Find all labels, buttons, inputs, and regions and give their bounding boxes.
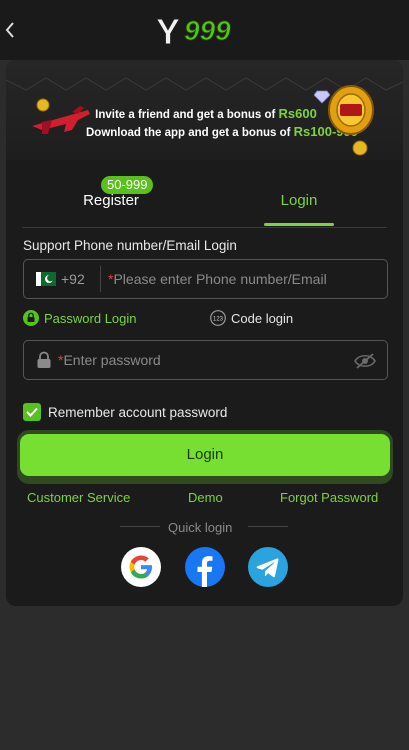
divider: [248, 526, 288, 527]
login-method-label: Support Phone number/Email Login: [23, 238, 237, 253]
banner-invite-label: Invite a friend and get a bonus of: [95, 109, 279, 121]
google-icon: [129, 555, 152, 579]
quick-login-label: Quick login: [168, 520, 233, 535]
customer-service-link[interactable]: Customer Service: [27, 490, 130, 505]
password-placeholder-text: Enter password: [63, 352, 161, 368]
eye-off-icon[interactable]: [354, 352, 376, 370]
phone-email-placeholder-text: Please enter Phone number/Email: [113, 271, 327, 287]
tab-login[interactable]: Login: [264, 192, 334, 222]
svg-text:999: 999: [184, 15, 231, 46]
password-login-option[interactable]: Password Login: [23, 310, 137, 326]
check-icon: [26, 407, 38, 417]
tab-register[interactable]: Register: [46, 192, 176, 222]
login-button[interactable]: Login: [20, 434, 390, 476]
facebook-icon: [197, 556, 213, 587]
lock-circle-icon: [23, 310, 39, 326]
svg-text:123: 123: [213, 317, 224, 323]
remember-password-option[interactable]: Remember account password: [23, 403, 227, 421]
password-placeholder: *Enter password: [58, 352, 161, 368]
chevron-left-icon: [5, 22, 14, 38]
divider: [22, 227, 387, 228]
password-login-label: Password Login: [44, 310, 137, 326]
coin-icon: [352, 140, 368, 156]
telegram-login-button[interactable]: [248, 547, 288, 587]
remember-checkbox[interactable]: [23, 403, 41, 421]
telegram-icon: [256, 558, 279, 578]
active-tab-indicator: [264, 223, 334, 226]
banner-invite-text: Invite a friend and get a bonus of Rs600: [86, 106, 326, 121]
demo-link[interactable]: Demo: [188, 490, 223, 505]
login-card: Invite a friend and get a bonus of Rs600…: [6, 60, 403, 606]
divider: [120, 526, 160, 527]
facebook-login-button[interactable]: [185, 547, 225, 587]
remember-label: Remember account password: [48, 404, 228, 420]
phone-email-field[interactable]: +92 *Please enter Phone number/Email: [23, 259, 388, 299]
code-login-option[interactable]: 123 Code login: [210, 310, 293, 326]
google-login-button[interactable]: [121, 547, 161, 587]
banner-download-label: Download the app and get a bonus of: [86, 127, 294, 139]
y999-logo: Y 999: [156, 11, 232, 53]
promo-banner: Invite a friend and get a bonus of Rs600…: [6, 60, 403, 160]
numeric-code-icon: 123: [210, 310, 226, 326]
pakistan-flag-icon: [36, 272, 56, 286]
forgot-password-link[interactable]: Forgot Password: [280, 490, 378, 505]
phone-email-placeholder: *Please enter Phone number/Email: [108, 271, 327, 287]
login-button-frame: Login: [17, 430, 393, 484]
coin-icon: [36, 98, 50, 112]
treasure-chest-icon: [328, 85, 374, 135]
back-button[interactable]: [0, 18, 20, 42]
password-field[interactable]: *Enter password: [23, 340, 388, 380]
banner-download-text: Download the app and get a bonus of Rs10…: [86, 124, 358, 139]
input-divider: [100, 266, 101, 292]
banner-invite-amount: Rs600: [278, 106, 317, 121]
lock-icon: [37, 351, 51, 368]
svg-text:Y: Y: [156, 11, 180, 52]
code-login-label: Code login: [231, 310, 294, 326]
country-code[interactable]: +92: [61, 271, 85, 287]
